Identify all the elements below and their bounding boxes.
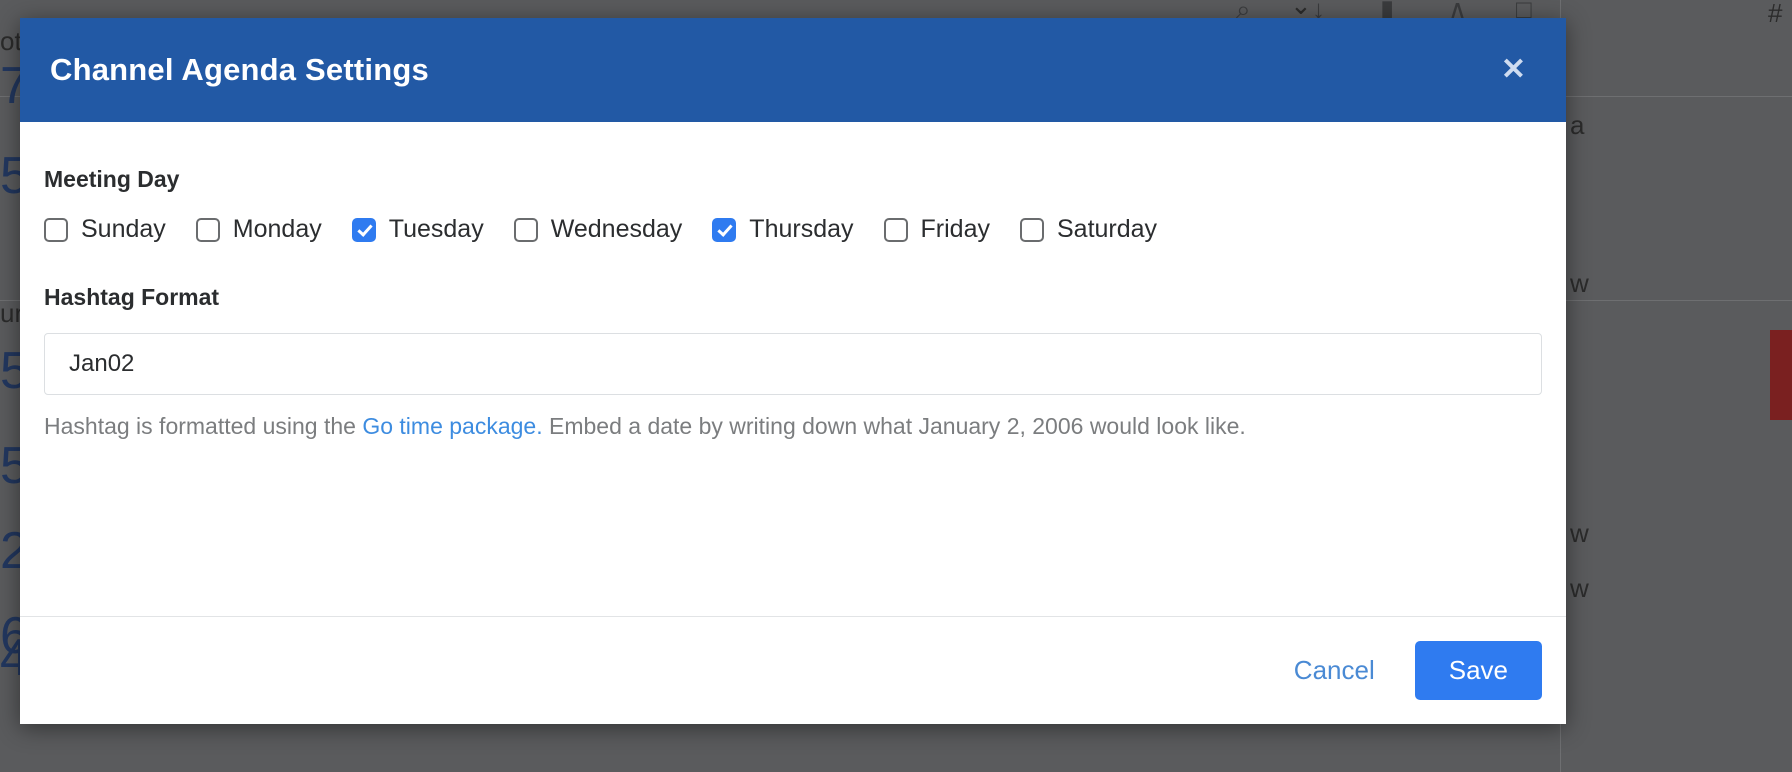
dialog-header: Channel Agenda Settings ✕: [20, 18, 1566, 122]
day-checkbox-label: Thursday: [749, 215, 854, 243]
meeting-day-label: Meeting Day: [44, 166, 180, 192]
checkbox-unchecked-icon[interactable]: [195, 217, 220, 242]
checkbox-unchecked-icon[interactable]: [1019, 217, 1044, 242]
save-button[interactable]: Save: [1414, 641, 1542, 700]
dialog-body: Meeting Day Sunday Monday Tuesday Wednesday…: [20, 122, 1566, 616]
background-shape: [1770, 330, 1792, 420]
background-text: #: [1768, 0, 1783, 26]
checkbox-unchecked-icon[interactable]: [883, 217, 908, 242]
screen: ot7a5ur55264) this is for tueswww#⌄ ⌕↓▮∧…: [0, 0, 1792, 772]
day-checkbox-tuesday[interactable]: Tuesday: [351, 215, 484, 244]
day-checkbox-label: Friday: [920, 215, 990, 243]
checkbox-checked-icon[interactable]: [712, 217, 737, 242]
day-checkbox-label: Saturday: [1056, 215, 1158, 243]
dialog-footer: Cancel Save: [20, 616, 1566, 724]
hashtag-format-label: Hashtag Format: [44, 284, 220, 310]
day-checkbox-label: Sunday: [81, 215, 166, 243]
day-checkbox-wednesday[interactable]: Wednesday: [513, 215, 683, 244]
hashtag-format-input[interactable]: [44, 333, 1542, 395]
day-checkbox-label: Tuesday: [388, 215, 484, 243]
dialog-title: Channel Agenda Settings: [50, 52, 429, 87]
close-icon[interactable]: ✕: [1495, 51, 1532, 89]
day-checkbox-sunday[interactable]: Sunday: [44, 215, 166, 244]
meeting-day-checkbox-group: Sunday Monday Tuesday Wednesday Thursday Frid…: [44, 215, 1542, 244]
cancel-button[interactable]: Cancel: [1280, 645, 1389, 696]
day-checkbox-friday[interactable]: Friday: [883, 215, 990, 244]
hashtag-format-help: Hashtag is formatted using the Go time p…: [44, 412, 1542, 442]
day-checkbox-thursday[interactable]: Thursday: [712, 215, 854, 244]
background-text: ⌄: [1290, 0, 1312, 18]
day-checkbox-monday[interactable]: Monday: [195, 215, 322, 244]
background-text: a: [1570, 112, 1585, 138]
background-text: w: [1570, 520, 1589, 546]
checkbox-unchecked-icon[interactable]: [513, 217, 538, 242]
day-checkbox-label: Monday: [232, 215, 322, 243]
checkbox-unchecked-icon[interactable]: [44, 217, 68, 242]
channel-agenda-settings-dialog: Channel Agenda Settings ✕ Meeting Day Su…: [20, 18, 1566, 724]
go-time-package-link[interactable]: Go time package.: [362, 413, 542, 439]
background-text: w: [1570, 575, 1589, 601]
checkbox-checked-icon[interactable]: [351, 217, 376, 242]
help-suffix-text: Embed a date by writing down what Januar…: [542, 413, 1246, 439]
day-checkbox-label: Wednesday: [550, 215, 683, 243]
background-text: w: [1570, 270, 1589, 296]
day-checkbox-saturday[interactable]: Saturday: [1019, 215, 1158, 244]
help-prefix-text: Hashtag is formatted using the: [44, 413, 363, 439]
